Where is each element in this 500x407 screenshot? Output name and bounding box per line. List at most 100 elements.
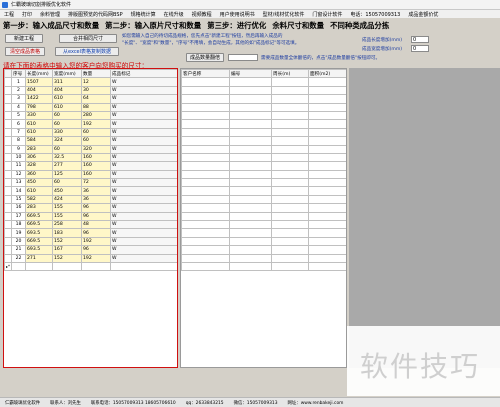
cell-index[interactable]: 4 bbox=[11, 102, 26, 112]
cell-length[interactable]: 669.5 bbox=[25, 220, 53, 230]
row-selector[interactable] bbox=[4, 194, 12, 205]
customer-cell[interactable] bbox=[271, 236, 309, 247]
customer-cell[interactable] bbox=[229, 110, 272, 121]
customer-cell[interactable] bbox=[181, 169, 230, 180]
customer-cell[interactable] bbox=[229, 253, 272, 264]
empty-cell[interactable] bbox=[52, 261, 82, 272]
menu-item-online-upgrade[interactable]: 在线升级 bbox=[160, 11, 188, 18]
customer-cell[interactable] bbox=[181, 127, 230, 138]
table-row[interactable]: 13 450 60 72 W bbox=[4, 178, 177, 188]
customer-cell[interactable] bbox=[271, 119, 309, 129]
cell-quantity[interactable]: 72 bbox=[81, 178, 111, 188]
customer-cell[interactable] bbox=[181, 85, 230, 96]
cell-length[interactable]: 306 bbox=[25, 152, 53, 163]
cell-width[interactable]: 167 bbox=[52, 245, 82, 255]
cell-width[interactable]: 183 bbox=[52, 228, 82, 238]
cell-width[interactable]: 610 bbox=[52, 102, 82, 112]
customer-cell[interactable] bbox=[229, 161, 272, 171]
customer-row[interactable] bbox=[181, 169, 346, 180]
cell-mark[interactable]: W bbox=[110, 186, 177, 196]
cell-length[interactable]: 360 bbox=[25, 169, 53, 180]
cell-length[interactable]: 1422 bbox=[25, 94, 53, 104]
col-header-mark[interactable]: 成品标记 bbox=[110, 69, 177, 79]
cell-length[interactable]: 693.5 bbox=[25, 228, 53, 238]
customer-row[interactable] bbox=[181, 144, 346, 154]
table-row[interactable]: 2 404 404 30 W bbox=[4, 85, 177, 96]
cell-mark[interactable]: W bbox=[110, 178, 177, 188]
customer-cell[interactable] bbox=[271, 144, 309, 154]
customer-row[interactable] bbox=[181, 203, 346, 213]
cell-quantity[interactable]: 96 bbox=[81, 203, 111, 213]
customer-cell[interactable] bbox=[271, 169, 309, 180]
product-grid[interactable]: 序号 长度(mm) 宽度(mm) 数量 成品标记 1 1507 311 12 W 2 404… bbox=[3, 68, 178, 368]
customer-cell[interactable] bbox=[181, 211, 230, 222]
menu-item-manual[interactable]: 用户使用说明书 bbox=[216, 11, 259, 18]
menu-item-print[interactable]: 打印 bbox=[18, 11, 36, 18]
customer-row[interactable] bbox=[181, 161, 346, 171]
table-row[interactable]: 22 271 152 192 W bbox=[4, 253, 177, 264]
customer-cell[interactable] bbox=[229, 211, 272, 222]
cell-index[interactable]: 15 bbox=[11, 194, 26, 205]
menu-item-door-window[interactable]: 门窗设计软件 bbox=[308, 11, 346, 18]
col-header-number[interactable]: 编号 bbox=[229, 69, 272, 79]
customer-cell[interactable] bbox=[229, 220, 272, 230]
customer-cell[interactable] bbox=[308, 85, 346, 96]
customer-cell[interactable] bbox=[181, 261, 230, 272]
row-selector[interactable] bbox=[4, 186, 12, 196]
cell-width[interactable]: 258 bbox=[52, 220, 82, 230]
cell-mark[interactable]: W bbox=[110, 94, 177, 104]
table-row[interactable]: 3 1422 610 64 W bbox=[4, 94, 177, 104]
cell-index[interactable]: 8 bbox=[11, 136, 26, 146]
cell-width[interactable]: 424 bbox=[52, 194, 82, 205]
row-selector[interactable] bbox=[4, 94, 12, 104]
cell-width[interactable]: 330 bbox=[52, 127, 82, 138]
multiplier-input[interactable] bbox=[228, 54, 258, 61]
cell-quantity[interactable]: 192 bbox=[81, 119, 111, 129]
cell-quantity[interactable]: 36 bbox=[81, 186, 111, 196]
row-selector[interactable] bbox=[4, 102, 12, 112]
customer-cell[interactable] bbox=[271, 220, 309, 230]
import-excel-button[interactable]: 从excel表格复制数据 bbox=[55, 47, 119, 56]
customer-cell[interactable] bbox=[181, 228, 230, 238]
customer-cell[interactable] bbox=[229, 136, 272, 146]
row-selector[interactable] bbox=[4, 169, 12, 180]
customer-row[interactable] bbox=[181, 245, 346, 255]
customer-cell[interactable] bbox=[271, 136, 309, 146]
cell-width[interactable]: 60 bbox=[52, 144, 82, 154]
customer-row[interactable] bbox=[181, 261, 346, 272]
cell-quantity[interactable]: 30 bbox=[81, 85, 111, 96]
customer-row[interactable] bbox=[181, 119, 346, 129]
cell-mark[interactable]: W bbox=[110, 152, 177, 163]
customer-cell[interactable] bbox=[308, 169, 346, 180]
menu-item-price[interactable]: 成品金额价优 bbox=[404, 11, 442, 18]
customer-row[interactable] bbox=[181, 110, 346, 121]
customer-cell[interactable] bbox=[271, 261, 309, 272]
width-add-input[interactable]: 0 bbox=[411, 45, 429, 52]
menu-item-spec-stats[interactable]: 规格统计算 bbox=[127, 11, 160, 18]
customer-row[interactable] bbox=[181, 220, 346, 230]
cell-mark[interactable]: W bbox=[110, 127, 177, 138]
cell-mark[interactable]: W bbox=[110, 136, 177, 146]
customer-cell[interactable] bbox=[181, 194, 230, 205]
table-row[interactable]: 1 1507 311 12 W bbox=[4, 77, 177, 87]
customer-cell[interactable] bbox=[181, 253, 230, 264]
customer-cell[interactable] bbox=[181, 186, 230, 196]
cell-quantity[interactable]: 96 bbox=[81, 245, 111, 255]
customer-row[interactable] bbox=[181, 211, 346, 222]
customer-cell[interactable] bbox=[181, 136, 230, 146]
customer-row[interactable] bbox=[181, 102, 346, 112]
cell-width[interactable]: 60 bbox=[52, 119, 82, 129]
customer-cell[interactable] bbox=[181, 152, 230, 163]
cell-width[interactable]: 277 bbox=[52, 161, 82, 171]
cell-quantity[interactable]: 12 bbox=[81, 77, 111, 87]
cell-width[interactable]: 311 bbox=[52, 77, 82, 87]
customer-cell[interactable] bbox=[308, 186, 346, 196]
table-row[interactable]: 20 669.5 152 192 W bbox=[4, 236, 177, 247]
cell-width[interactable]: 155 bbox=[52, 203, 82, 213]
cell-length[interactable]: 798 bbox=[25, 102, 53, 112]
cell-index[interactable]: 20 bbox=[11, 236, 26, 247]
cell-length[interactable]: 582 bbox=[25, 194, 53, 205]
customer-cell[interactable] bbox=[181, 161, 230, 171]
customer-cell[interactable] bbox=[308, 77, 346, 87]
col-header-perimeter[interactable]: 周长(m) bbox=[271, 69, 309, 79]
